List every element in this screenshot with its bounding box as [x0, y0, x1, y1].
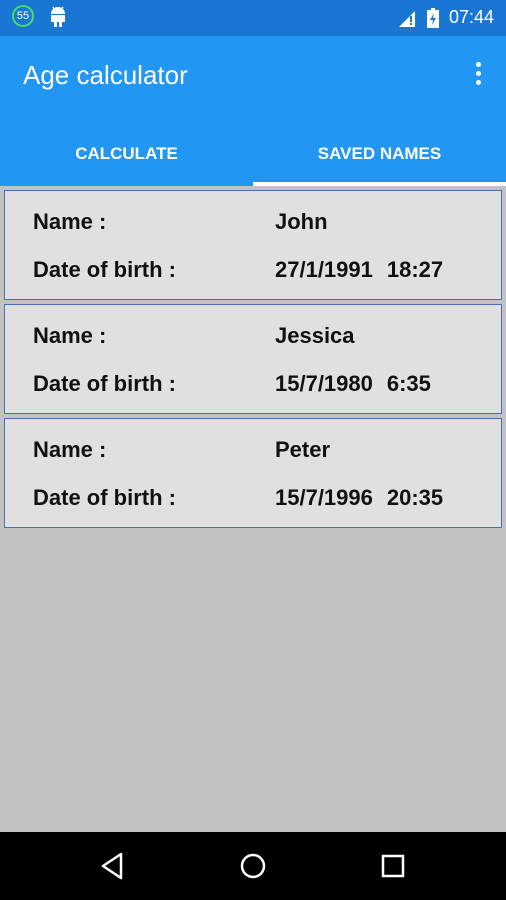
name-label: Name :	[33, 323, 107, 348]
dob-date: 15/7/1996	[275, 485, 373, 510]
tab-bar: CALCULATE SAVED NAMES	[0, 132, 506, 186]
status-left: 55	[12, 5, 68, 27]
saved-name-card[interactable]: Name : John Date of birth : 27/1/1991 18:…	[4, 190, 502, 300]
recents-icon[interactable]	[377, 850, 409, 882]
saved-names-list: Name : John Date of birth : 27/1/1991 18:…	[4, 190, 502, 532]
status-time: 07:44	[448, 7, 494, 27]
app-title: Age calculator	[23, 60, 188, 90]
app-bar: Age calculator CALCULATE SAVED NAMES	[0, 36, 506, 186]
dob-date: 15/7/1980	[275, 371, 373, 396]
dob-time: 20:35	[386, 485, 444, 510]
name-label: Name :	[33, 437, 107, 462]
status-bar: 55 07:44	[0, 0, 506, 36]
dob-time: 18:27	[386, 257, 444, 282]
home-icon[interactable]	[237, 850, 269, 882]
dob-label: Date of birth :	[33, 485, 176, 510]
badge-icon: 55	[12, 5, 34, 27]
dob-date: 27/1/1991	[275, 257, 373, 282]
dob-value: 15/7/1996 20:35	[275, 485, 443, 511]
badge-count: 55	[16, 10, 30, 22]
dob-time: 6:35	[386, 371, 431, 396]
dob-value: 27/1/1991 18:27	[275, 257, 443, 283]
overflow-menu-icon[interactable]	[472, 62, 484, 90]
dob-label: Date of birth :	[33, 257, 176, 282]
status-right: 07:44	[397, 7, 494, 28]
name-label: Name :	[33, 209, 107, 234]
battery-icon	[426, 7, 439, 28]
tab-saved-names[interactable]: SAVED NAMES	[253, 132, 506, 186]
signal-icon	[398, 10, 415, 27]
navigation-bar	[0, 832, 506, 900]
saved-name-card[interactable]: Name : Peter Date of birth : 15/7/1996 20…	[4, 418, 502, 528]
name-value: John	[275, 209, 328, 234]
tab-calculate[interactable]: CALCULATE	[0, 132, 253, 186]
dob-label: Date of birth :	[33, 371, 176, 396]
name-value: Peter	[275, 437, 331, 462]
android-icon	[51, 6, 65, 27]
dob-value: 15/7/1980 6:35	[275, 371, 431, 397]
name-value: Jessica	[275, 323, 355, 348]
back-icon[interactable]	[97, 850, 129, 882]
saved-name-card[interactable]: Name : Jessica Date of birth : 15/7/1980…	[4, 304, 502, 414]
